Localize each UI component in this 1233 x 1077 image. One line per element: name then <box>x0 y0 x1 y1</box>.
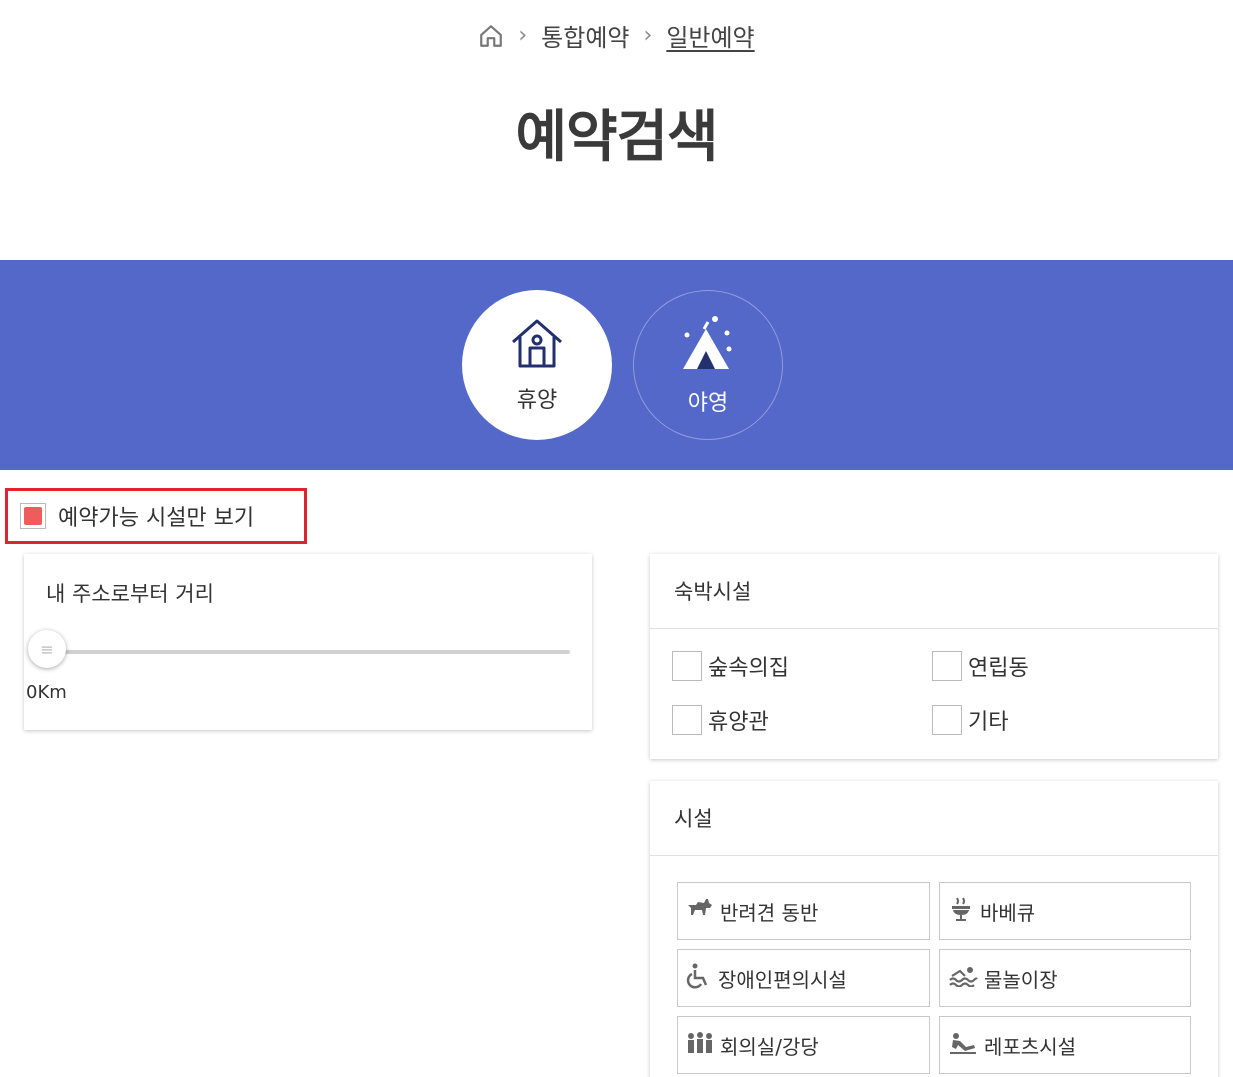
facility-water-play-button[interactable]: 물놀이장 <box>939 949 1191 1007</box>
checkbox[interactable] <box>932 705 962 735</box>
lodging-option-label: 연립동 <box>968 656 1029 681</box>
checkbox[interactable] <box>672 705 702 735</box>
facility-meeting-room-button[interactable]: 회의실/강당 <box>677 1016 930 1074</box>
tent-icon <box>679 313 737 377</box>
lodging-card: 숙박시설 숲속의집 연립동 휴양관 기타 <box>650 554 1218 759</box>
category-camp-button[interactable]: 야영 <box>633 290 783 440</box>
swimming-icon <box>948 965 978 992</box>
facility-label: 바베큐 <box>980 900 1036 925</box>
checkbox[interactable] <box>672 651 702 681</box>
checkbox[interactable] <box>932 651 962 681</box>
house-icon <box>509 316 565 374</box>
availability-label[interactable]: 예약가능 시설만 보기 <box>58 500 254 532</box>
lodging-option-row-house[interactable]: 연립동 <box>932 651 1192 681</box>
facility-label: 반려견 동반 <box>720 900 819 925</box>
home-icon[interactable] <box>478 23 504 49</box>
chevron-right-icon: › <box>518 23 528 48</box>
availability-checkbox[interactable] <box>20 503 46 529</box>
meeting-room-icon <box>686 1031 714 1060</box>
facility-label: 레포츠시설 <box>984 1034 1076 1059</box>
checked-indicator <box>24 507 42 525</box>
lodging-option-recreation-hall[interactable]: 휴양관 <box>672 705 932 735</box>
facility-card: 시설 반려견 동반 바베큐 장애인편의시설 물놀이장 회의실/강당 레포츠시설 <box>650 781 1218 1077</box>
facility-accessibility-button[interactable]: 장애인편의시설 <box>677 949 930 1007</box>
breadcrumb-link-integrated[interactable]: 통합예약 <box>541 18 629 53</box>
distance-value: 0Km <box>26 682 67 703</box>
grip-icon: ≡ <box>40 639 54 659</box>
facility-label: 회의실/강당 <box>720 1034 819 1059</box>
wheelchair-icon <box>686 962 712 995</box>
sports-icon <box>948 1031 978 1060</box>
distance-card: 내 주소로부터 거리 ≡ 0Km <box>24 554 592 730</box>
facility-bbq-button[interactable]: 바베큐 <box>939 882 1191 940</box>
availability-filter: 예약가능 시설만 보기 <box>5 488 307 544</box>
breadcrumb: › 통합예약 › 일반예약 <box>0 18 1233 53</box>
lodging-option-label: 휴양관 <box>708 710 769 735</box>
category-camp-label: 야영 <box>687 391 729 416</box>
lodging-option-label: 기타 <box>968 710 1009 735</box>
distance-slider-track[interactable] <box>48 650 570 654</box>
facility-title: 시설 <box>650 781 1218 856</box>
lodging-option-other[interactable]: 기타 <box>932 705 1192 735</box>
lodging-option-label: 숲속의집 <box>708 656 789 681</box>
facility-label: 물놀이장 <box>984 967 1058 992</box>
category-rest-label: 휴양 <box>516 388 558 413</box>
grill-icon <box>948 896 974 927</box>
dog-icon <box>686 897 714 926</box>
facility-sports-button[interactable]: 레포츠시설 <box>939 1016 1191 1074</box>
category-rest-button[interactable]: 휴양 <box>462 290 612 440</box>
breadcrumb-link-general[interactable]: 일반예약 <box>666 18 754 53</box>
lodging-title: 숙박시설 <box>650 554 1218 629</box>
distance-slider-thumb[interactable]: ≡ <box>28 630 66 668</box>
lodging-option-forest-house[interactable]: 숲속의집 <box>672 651 932 681</box>
category-band: 휴양 야영 <box>0 260 1233 470</box>
facility-label: 장애인편의시설 <box>718 967 847 992</box>
facility-pet-button[interactable]: 반려견 동반 <box>677 882 930 940</box>
page-title: 예약검색 <box>515 105 718 170</box>
distance-title: 내 주소로부터 거리 <box>46 582 214 606</box>
chevron-right-icon: › <box>643 23 653 48</box>
